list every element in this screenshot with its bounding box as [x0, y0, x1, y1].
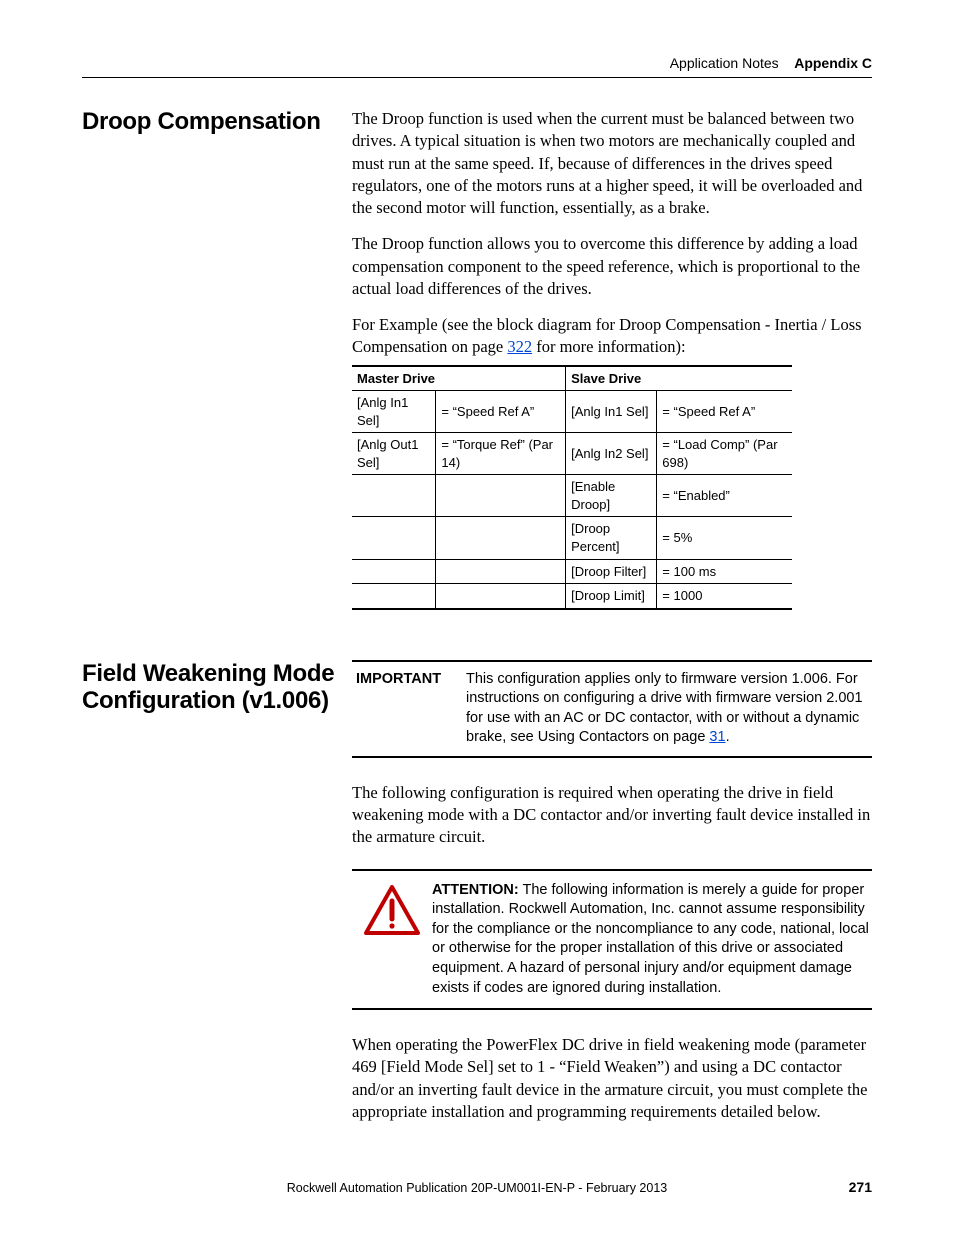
body-field-weakening: IMPORTANT This configuration applies onl…: [352, 660, 872, 1137]
important-callout: IMPORTANT This configuration applies onl…: [352, 660, 872, 758]
header-section: Application Notes: [670, 55, 779, 71]
page-number: 271: [812, 1179, 872, 1195]
warning-icon: [352, 881, 432, 935]
link-page-322[interactable]: 322: [507, 337, 532, 356]
attention-callout: ATTENTION: The following information is …: [352, 869, 872, 1010]
header-appendix: Appendix C: [794, 55, 872, 71]
table-row: [Droop Filter] = 100 ms: [352, 559, 792, 584]
droop-table: Master Drive Slave Drive [Anlg In1 Sel] …: [352, 365, 792, 610]
page-footer: Rockwell Automation Publication 20P-UM00…: [82, 1179, 872, 1195]
fw-p2: When operating the PowerFlex DC drive in…: [352, 1034, 872, 1123]
publication-info: Rockwell Automation Publication 20P-UM00…: [142, 1181, 812, 1195]
attention-label: ATTENTION:: [432, 882, 519, 898]
section-field-weakening: Field Weakening Mode Configuration (v1.0…: [82, 660, 872, 1137]
droop-p3: For Example (see the block diagram for D…: [352, 314, 872, 359]
important-label: IMPORTANT: [352, 670, 466, 748]
link-page-31[interactable]: 31: [709, 729, 725, 745]
section-droop: Droop Compensation The Droop function is…: [82, 108, 872, 610]
droop-p1: The Droop function is used when the curr…: [352, 108, 872, 219]
heading-field-weakening: Field Weakening Mode Configuration (v1.0…: [82, 660, 352, 715]
body-droop: The Droop function is used when the curr…: [352, 108, 872, 610]
table-row: [Anlg Out1 Sel] = “Torque Ref” (Par 14) …: [352, 433, 792, 475]
th-master: Master Drive: [352, 366, 566, 391]
heading-droop: Droop Compensation: [82, 108, 352, 136]
th-slave: Slave Drive: [566, 366, 792, 391]
table-row: [Enable Droop] = “Enabled”: [352, 475, 792, 517]
attention-text: ATTENTION: The following information is …: [432, 881, 872, 998]
table-row: [Anlg In1 Sel] = “Speed Ref A” [Anlg In1…: [352, 391, 792, 433]
page-header: Application Notes Appendix C: [82, 55, 872, 78]
fw-p1: The following configuration is required …: [352, 782, 872, 849]
important-text: This configuration applies only to firmw…: [466, 670, 872, 748]
table-header-row: Master Drive Slave Drive: [352, 366, 792, 391]
table-row: [Droop Limit] = 1000: [352, 584, 792, 609]
table-row: [Droop Percent] = 5%: [352, 517, 792, 559]
droop-p2: The Droop function allows you to overcom…: [352, 233, 872, 300]
